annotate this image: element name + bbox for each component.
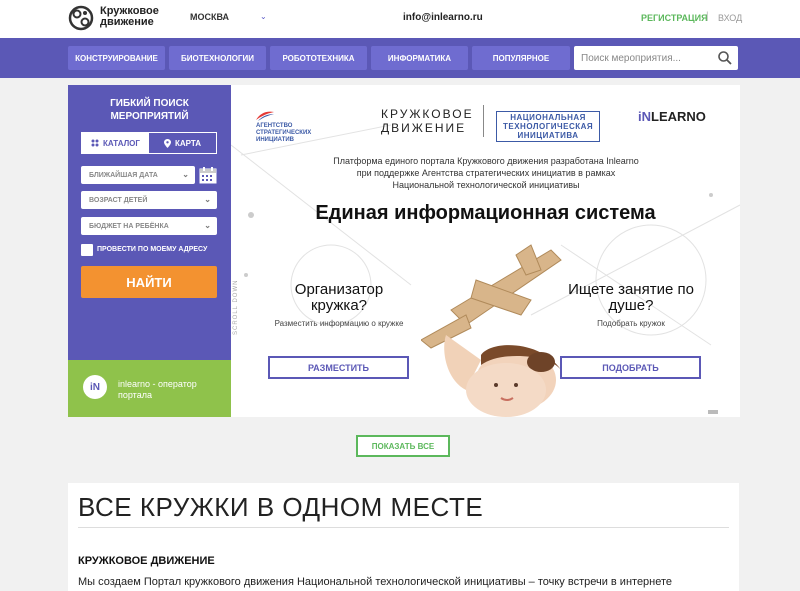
tab-catalog[interactable]: КАТАЛОГ bbox=[82, 133, 149, 153]
seeker-title-line2: душе? bbox=[608, 297, 654, 314]
chevron-down-icon: ⌄ bbox=[204, 195, 211, 204]
operator-box[interactable]: iN inlearno - оператор портала bbox=[68, 360, 231, 417]
nav-item-biotech[interactable]: БИОТЕХНОЛОГИИ bbox=[169, 46, 266, 70]
asi-flag-icon bbox=[256, 111, 274, 121]
city-selector[interactable]: МОСКВА bbox=[190, 12, 229, 22]
address-checkbox-label[interactable]: ПРОВЕСТИ ПО МОЕМУ АДРЕСУ bbox=[97, 246, 207, 253]
blurb-line2: при поддержке Агентства стратегических и… bbox=[356, 168, 616, 178]
asi-line1: АГЕНТСТВО bbox=[256, 123, 293, 129]
calendar-icon[interactable] bbox=[199, 166, 217, 184]
platform-blurb: Платформа единого портала Кружкового дви… bbox=[316, 155, 656, 191]
date-select-label: БЛИЖАЙШАЯ ДАТА bbox=[89, 171, 158, 179]
find-button[interactable]: НАЙТИ bbox=[81, 266, 217, 298]
asi-line3: ИНИЦИАТИВ bbox=[256, 137, 294, 143]
section-subtitle: КРУЖКОВОЕ ДВИЖЕНИЕ bbox=[78, 555, 215, 567]
register-link[interactable]: РЕГИСТРАЦИЯ bbox=[641, 13, 708, 23]
nav-item-robotics[interactable]: РОБОТОТЕХНИКА bbox=[270, 46, 367, 70]
view-toggle: КАТАЛОГ КАРТА bbox=[81, 132, 217, 154]
budget-select[interactable]: БЮДЖЕТ НА РЕБЁНКА ⌄ bbox=[81, 217, 217, 235]
grid-icon bbox=[91, 139, 99, 147]
search-icon[interactable] bbox=[717, 50, 733, 66]
auth-separator: | bbox=[706, 11, 709, 22]
hero-title: Единая информационная система bbox=[315, 202, 656, 224]
search-title-line2: МЕРОПРИЯТИЙ bbox=[110, 111, 189, 122]
pick-button[interactable]: ПОДОБРАТЬ bbox=[560, 356, 701, 379]
place-button[interactable]: РАЗМЕСТИТЬ bbox=[268, 356, 409, 379]
date-select[interactable]: БЛИЖАЙШАЯ ДАТА ⌄ bbox=[81, 166, 195, 184]
nti-logo: НАЦИОНАЛЬНАЯ ТЕХНОЛОГИЧЕСКАЯ ИНИЦИАТИВА bbox=[496, 111, 601, 142]
nti-line3: ИНИЦИАТИВА bbox=[517, 131, 579, 140]
seeker-title: Ищете занятие по душе? bbox=[546, 282, 716, 314]
inlearno-logo-b: LEARNO bbox=[651, 109, 706, 124]
content-section: ВСЕ КРУЖКИ В ОДНОМ МЕСТЕ КРУЖКОВОЕ ДВИЖЕ… bbox=[68, 483, 739, 591]
category-nav: КОНСТРУИРОВАНИЕ БИОТЕХНОЛОГИИ РОБОТОТЕХН… bbox=[0, 38, 800, 78]
map-pin-icon bbox=[163, 138, 171, 148]
operator-line2: портала bbox=[118, 390, 152, 400]
tab-map-label: КАРТА bbox=[174, 138, 202, 148]
nav-item-informatics[interactable]: ИНФОРМАТИКА bbox=[371, 46, 468, 70]
hero-banner: АГЕНТСТВО СТРАТЕГИЧЕСКИХ ИНИЦИАТИВ КРУЖК… bbox=[231, 85, 740, 417]
show-all-button[interactable]: ПОКАЗАТЬ ВСЕ bbox=[356, 435, 450, 457]
kd-line1: КРУЖКОВОЕ bbox=[381, 107, 474, 121]
age-select[interactable]: ВОЗРАСТ ДЕТЕЙ ⌄ bbox=[81, 191, 217, 209]
nti-line2: ТЕХНОЛОГИЧЕСКАЯ bbox=[503, 122, 594, 131]
section-text: Мы создаем Портал кружкового движения На… bbox=[78, 576, 673, 591]
organizer-title: Организатор кружка? bbox=[254, 282, 424, 314]
blurb-line1: Платформа единого портала Кружкового дви… bbox=[333, 156, 639, 166]
inlearno-logo-a: iN bbox=[638, 109, 651, 124]
tab-map[interactable]: КАРТА bbox=[149, 133, 216, 153]
kd-line2: ДВИЖЕНИЕ bbox=[381, 121, 467, 135]
chevron-down-icon: ⌄ bbox=[182, 170, 189, 179]
inlearno-icon: iN bbox=[83, 375, 107, 399]
login-link[interactable]: ВХОД bbox=[718, 13, 742, 23]
seeker-title-line1: Ищете занятие по bbox=[568, 281, 694, 298]
logo-text[interactable]: Кружковое движение bbox=[100, 6, 159, 28]
search-panel-title: ГИБКИЙ ПОИСК МЕРОПРИЯТИЙ bbox=[68, 97, 231, 123]
section-divider bbox=[78, 527, 729, 528]
logo-line2: движение bbox=[100, 16, 154, 28]
budget-select-label: БЮДЖЕТ НА РЕБЁНКА bbox=[89, 222, 169, 230]
nav-item-construction[interactable]: КОНСТРУИРОВАНИЕ bbox=[68, 46, 165, 70]
age-select-label: ВОЗРАСТ ДЕТЕЙ bbox=[89, 196, 148, 204]
seeker-subtitle: Подобрать кружок bbox=[597, 319, 665, 328]
operator-text: inlearno - оператор портала bbox=[118, 379, 197, 401]
chevron-down-icon[interactable]: ⌄ bbox=[260, 12, 267, 21]
kd-logo: КРУЖКОВОЕ ДВИЖЕНИЕ bbox=[381, 107, 474, 135]
organizer-title-line2: кружка? bbox=[310, 297, 367, 314]
asi-line2: СТРАТЕГИЧЕСКИХ bbox=[256, 130, 312, 136]
organizer-subtitle: Разместить информацию о кружке bbox=[274, 319, 404, 328]
asi-logo: АГЕНТСТВО СТРАТЕГИЧЕСКИХ ИНИЦИАТИВ bbox=[256, 123, 311, 144]
search-box bbox=[574, 46, 738, 70]
search-input[interactable] bbox=[574, 46, 714, 70]
contact-email[interactable]: info@inlearno.ru bbox=[403, 12, 483, 23]
nti-line1: НАЦИОНАЛЬНАЯ bbox=[510, 113, 586, 122]
top-header: Кружковое движение МОСКВА ⌄ info@inlearn… bbox=[0, 0, 800, 38]
operator-line1: inlearno - оператор bbox=[118, 379, 197, 389]
nav-item-popular[interactable]: ПОПУЛЯРНОЕ bbox=[472, 46, 570, 70]
scroll-down-label[interactable]: SCROLL DOWN bbox=[233, 280, 239, 335]
blurb-line3: Национальной технологической инициативы bbox=[392, 180, 580, 190]
section-title: ВСЕ КРУЖКИ В ОДНОМ МЕСТЕ bbox=[78, 492, 484, 522]
organizer-title-line1: Организатор bbox=[294, 281, 384, 298]
chevron-down-icon: ⌄ bbox=[204, 221, 211, 230]
kid-with-airplane-image bbox=[421, 244, 562, 417]
flexible-search-panel: ГИБКИЙ ПОИСК МЕРОПРИЯТИЙ КАТАЛОГ КАРТА Б… bbox=[68, 85, 231, 360]
tab-catalog-label: КАТАЛОГ bbox=[103, 138, 140, 148]
logo-icon[interactable] bbox=[68, 5, 94, 31]
inlearno-logo: iNLEARNO bbox=[638, 109, 706, 124]
logo-divider bbox=[483, 105, 484, 137]
search-title-line1: ГИБКИЙ ПОИСК bbox=[110, 98, 189, 109]
address-checkbox[interactable] bbox=[81, 244, 93, 256]
